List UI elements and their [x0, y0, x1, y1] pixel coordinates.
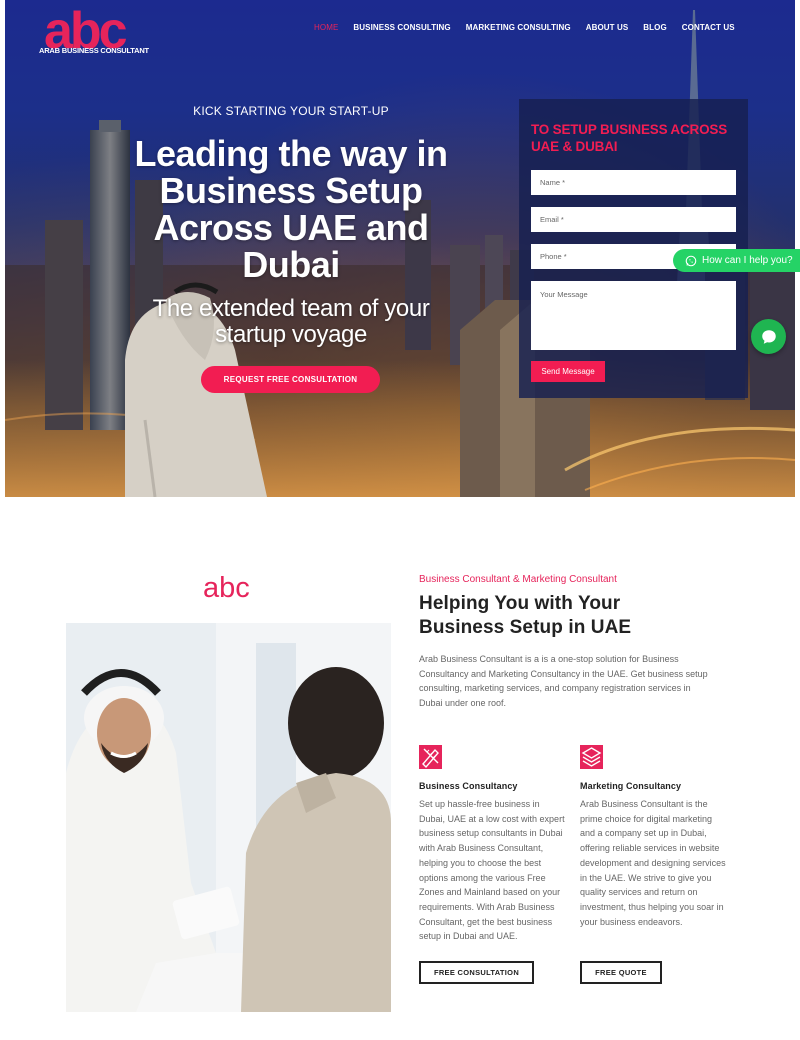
email-field[interactable]: Email *: [531, 207, 736, 232]
chat-icon: [761, 329, 776, 344]
section-intro: Arab Business Consultant is a is a one-s…: [419, 654, 708, 708]
send-message-button[interactable]: Send Message: [531, 361, 605, 382]
nav-contact-us[interactable]: CONTACT US: [682, 23, 735, 32]
nav-blog[interactable]: BLOG: [643, 23, 667, 32]
pen-ruler-icon: [419, 745, 442, 769]
form-title: TO SETUP BUSINESS ACROSS UAE & DUBAI: [531, 122, 727, 154]
service-body-marketing: Arab Business Consultant is the prime ch…: [580, 799, 726, 927]
service-body-business: Set up hassle-free business in Dubai, UA…: [419, 799, 565, 942]
hero-kicker: KICK STARTING YOUR START-UP: [193, 104, 389, 118]
chat-bubble-button[interactable]: [751, 319, 786, 354]
hero-section: abc ARAB BUSINESS CONSULTANT HOME BUSINE…: [5, 0, 795, 497]
hero-subheadline: The extended team of your startup voyage: [152, 295, 430, 348]
main-nav: HOME BUSINESS CONSULTING MARKETING CONSU…: [314, 23, 750, 32]
section-eyebrow: Business Consultant & Marketing Consulta…: [419, 574, 617, 585]
service-title-business: Business Consultancy: [419, 781, 518, 791]
layers-icon: [580, 745, 603, 769]
meeting-illustration: [66, 623, 391, 1012]
hero-headline: Leading the way in Business Setup Across…: [134, 133, 448, 285]
request-consultation-button[interactable]: REQUEST FREE CONSULTATION: [201, 366, 380, 393]
consultation-photo: [66, 623, 391, 1012]
name-field[interactable]: Name *: [531, 170, 736, 195]
whatsapp-label: How can I help you?: [702, 255, 793, 266]
brand-mark: abc: [203, 572, 250, 604]
nav-business-consulting[interactable]: BUSINESS CONSULTING: [353, 23, 450, 32]
service-title-marketing: Marketing Consultancy: [580, 781, 682, 791]
whatsapp-help-button[interactable]: How can I help you?: [673, 249, 800, 272]
section-title: Helping You with Your Business Setup in …: [419, 593, 632, 638]
message-field[interactable]: Your Message: [531, 281, 736, 350]
free-consultation-button[interactable]: FREE CONSULTATION: [419, 961, 534, 984]
nav-home[interactable]: HOME: [314, 23, 338, 32]
whatsapp-icon: [685, 255, 697, 266]
logo-caption: ARAB BUSINESS CONSULTANT: [39, 46, 149, 55]
nav-marketing-consulting[interactable]: MARKETING CONSULTING: [466, 23, 571, 32]
free-quote-button[interactable]: FREE QUOTE: [580, 961, 662, 984]
nav-about-us[interactable]: ABOUT US: [586, 23, 629, 32]
